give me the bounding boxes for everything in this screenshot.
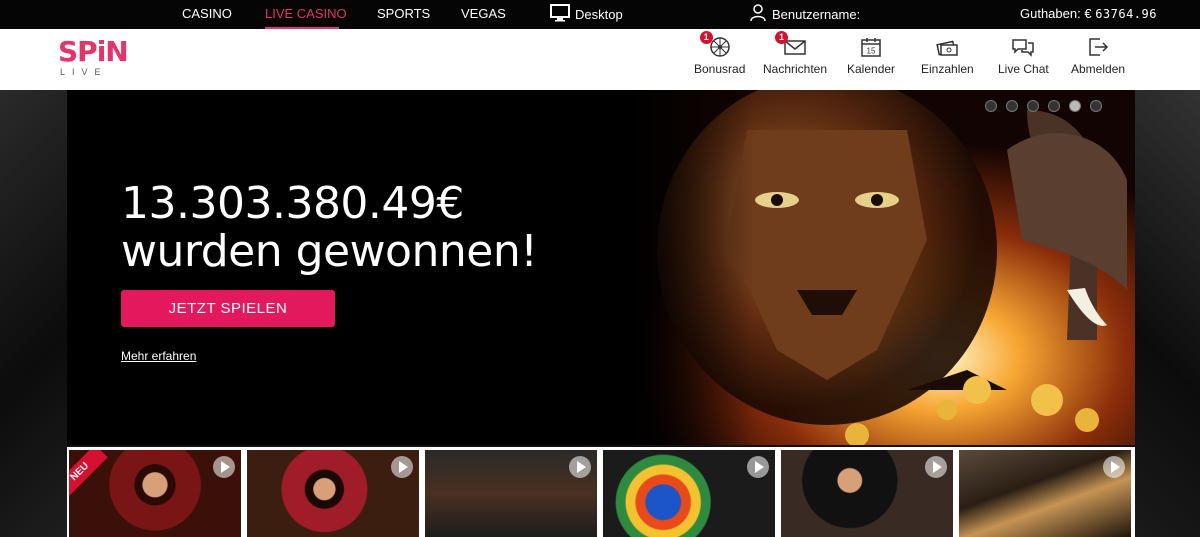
game-tile-6[interactable]: [959, 450, 1131, 537]
nav-vegas[interactable]: VEGAS: [461, 6, 506, 21]
jackpot-amount: 13.303.380.49€: [121, 178, 464, 229]
nav-casino[interactable]: CASINO: [182, 6, 232, 21]
play-icon: [747, 456, 769, 478]
user-account[interactable]: Benutzername:: [750, 4, 860, 25]
header-abmelden[interactable]: Abmelden: [1071, 35, 1125, 76]
einzahlen-label: Einzahlen: [921, 62, 974, 76]
balance-label: Guthaben: €: [1020, 6, 1092, 21]
logo-subtext: LIVE: [60, 67, 108, 77]
slider-dot[interactable]: [985, 100, 997, 112]
play-icon: [213, 456, 235, 478]
slider-dot[interactable]: [1090, 100, 1102, 112]
nachrichten-label: Nachrichten: [763, 62, 828, 76]
play-icon: [391, 456, 413, 478]
slider-dot[interactable]: [1048, 100, 1060, 112]
monitor-icon: [550, 4, 570, 25]
header-live-chat[interactable]: Live Chat: [998, 35, 1049, 76]
slider-dots: [985, 100, 1102, 112]
envelope-icon: 1: [775, 31, 807, 59]
calendar-day: 15: [867, 47, 876, 56]
lion-elephant-artwork: [627, 90, 1135, 445]
desktop-toggle[interactable]: Desktop: [550, 4, 623, 25]
bonusrad-badge: 1: [699, 31, 713, 44]
kalender-label: Kalender: [847, 62, 896, 76]
slider-dot[interactable]: [1069, 100, 1081, 112]
game-tile-2[interactable]: [247, 450, 419, 537]
logout-icon: [1086, 35, 1110, 59]
game-tile-1[interactable]: NEU: [69, 450, 241, 537]
game-tile-5[interactable]: [781, 450, 953, 537]
balance: Guthaben: € 63764.96: [1020, 6, 1157, 21]
wheel-icon: 1: [699, 31, 732, 59]
username-label: Benutzername:: [772, 7, 861, 22]
play-icon: [569, 456, 591, 478]
calendar-icon: 15: [859, 35, 883, 59]
bonusrad-label: Bonusrad: [694, 62, 746, 76]
play-now-button[interactable]: JETZT SPIELEN: [121, 290, 335, 327]
hero-headline: 13.303.380.49€ wurden gewonnen!: [121, 178, 538, 277]
left-background: [0, 90, 67, 537]
game-tile-4[interactable]: [603, 450, 775, 537]
header-bonusrad[interactable]: 1 Bonusrad: [694, 31, 746, 76]
top-nav-bar: CASINO LIVE CASINO SPORTS VEGAS Desktop …: [0, 0, 1200, 29]
nachrichten-badge: 1: [775, 31, 789, 44]
header-einzahlen[interactable]: Einzahlen: [921, 35, 974, 76]
hero-banner: 13.303.380.49€ wurden gewonnen! JETZT SP…: [67, 90, 1135, 445]
nav-sports[interactable]: SPORTS: [377, 6, 430, 21]
hero-subheadline: wurden gewonnen!: [121, 226, 538, 277]
chat-icon: [1011, 35, 1035, 59]
game-tiles: NEU: [67, 447, 1135, 537]
game-tile-3[interactable]: [425, 450, 597, 537]
slider-dot[interactable]: [1006, 100, 1018, 112]
play-icon: [1103, 456, 1125, 478]
live-chat-label: Live Chat: [998, 62, 1049, 76]
right-background: [1135, 90, 1200, 537]
deposit-icon: [935, 35, 959, 59]
desktop-label: Desktop: [575, 7, 623, 22]
header-nachrichten[interactable]: 1 Nachrichten: [763, 31, 828, 76]
balance-amount: 63764.96: [1095, 7, 1157, 21]
logo-text: SPiN: [58, 35, 129, 68]
nav-live-casino[interactable]: LIVE CASINO: [265, 6, 347, 21]
spin-live-logo[interactable]: SPiN LIVE: [58, 37, 138, 85]
play-icon: [925, 456, 947, 478]
slider-dot[interactable]: [1027, 100, 1039, 112]
main-header: SPiN LIVE 1 Bonusrad 1 Nachrichten 15 Ka…: [0, 29, 1200, 90]
header-kalender[interactable]: 15 Kalender: [847, 35, 895, 76]
user-icon: [750, 4, 766, 25]
abmelden-label: Abmelden: [1071, 62, 1126, 76]
learn-more-link[interactable]: Mehr erfahren: [121, 349, 196, 363]
